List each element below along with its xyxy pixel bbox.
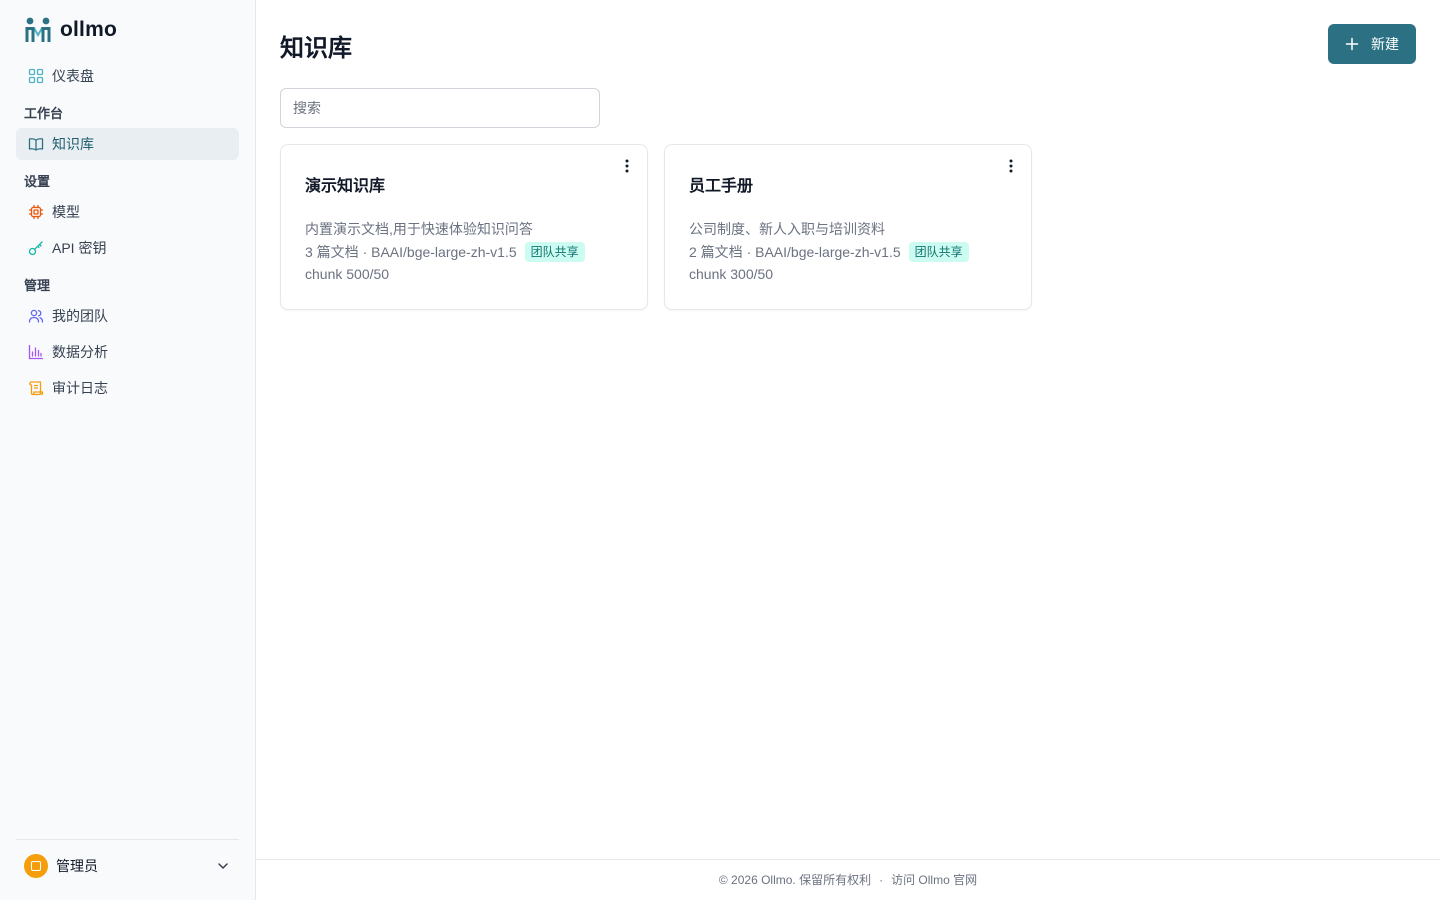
knowledge-base-card[interactable]: 演示知识库 内置演示文档,用于快速体验知识问答 3 篇文档 · BAAI/bge… [280, 144, 648, 310]
sidebar-item-analytics[interactable]: 数据分析 [16, 336, 239, 368]
chip-icon [28, 204, 44, 220]
footer-divider [256, 859, 1440, 860]
card-description: 内置演示文档,用于快速体验知识问答 [305, 221, 533, 237]
sidebar-item-my-team[interactable]: 我的团队 [16, 300, 239, 332]
sidebar-item-label: 仪表盘 [52, 68, 94, 84]
divider [16, 839, 239, 840]
sidebar-item-label: 知识库 [52, 136, 94, 152]
footer: © 2026 Ollmo. 保留所有权利 · 访问 Ollmo 官网 [256, 871, 1440, 888]
section-label-settings: 设置 [24, 174, 51, 189]
new-knowledge-base-button[interactable]: 新建 [1328, 24, 1416, 64]
knowledge-base-card[interactable]: 员工手册 公司制度、新人入职与培训资料 2 篇文档 · BAAI/bge-lar… [664, 144, 1032, 310]
card-title: 演示知识库 [305, 178, 386, 195]
sidebar-item-label: 我的团队 [52, 308, 108, 324]
chevron-down-icon[interactable] [215, 858, 231, 874]
user-name: 管理员 [56, 858, 98, 874]
user-avatar-icon [31, 861, 41, 871]
ollmo-logo-icon [25, 17, 51, 42]
sidebar: ollmo 仪表盘 工作台 知识库 设置 模型 API 密钥 管理 我的团队 数… [0, 0, 256, 900]
key-icon [28, 240, 44, 256]
sidebar-item-knowledge-base[interactable]: 知识库 [16, 128, 239, 160]
book-icon [28, 136, 44, 152]
sidebar-item-label: 数据分析 [52, 344, 108, 360]
sidebar-item-audit-log[interactable]: 审计日志 [16, 372, 239, 404]
search-input[interactable] [280, 88, 600, 128]
bar-chart-icon [28, 344, 44, 360]
avatar [24, 854, 48, 878]
sidebar-item-api-keys[interactable]: API 密钥 [16, 232, 239, 264]
more-vertical-icon[interactable] [1005, 158, 1017, 174]
more-vertical-icon[interactable] [621, 158, 633, 174]
app-name: ollmo [60, 18, 117, 41]
grid-icon [28, 68, 44, 84]
card-meta: 2 篇文档 · BAAI/bge-large-zh-v1.5 团队共享 [689, 242, 969, 262]
sidebar-item-dashboard[interactable]: 仪表盘 [16, 60, 239, 92]
footer-copyright: © 2026 Ollmo. 保留所有权利 [718, 873, 872, 887]
card-chunk: chunk 500/50 [305, 266, 390, 282]
card-meta-text: 2 篇文档 · BAAI/bge-large-zh-v1.5 [689, 244, 901, 260]
sidebar-item-label: API 密钥 [52, 240, 107, 256]
status-badge: 团队共享 [908, 242, 969, 262]
card-description: 公司制度、新人入职与培训资料 [689, 221, 885, 237]
sidebar-item-label: 审计日志 [52, 380, 108, 396]
users-icon [28, 308, 44, 324]
new-button-label: 新建 [1371, 36, 1399, 52]
card-chunk: chunk 300/50 [689, 266, 774, 282]
plus-icon [1345, 37, 1359, 51]
footer-separator: · [879, 873, 884, 887]
section-label-workbench: 工作台 [24, 106, 64, 121]
card-meta-text: 3 篇文档 · BAAI/bge-large-zh-v1.5 [305, 244, 517, 260]
app-logo[interactable]: ollmo [24, 16, 117, 44]
sidebar-item-models[interactable]: 模型 [16, 196, 239, 228]
sidebar-item-label: 模型 [52, 204, 80, 220]
page-title: 知识库 [280, 35, 352, 62]
scroll-icon [28, 380, 44, 396]
footer-website-link[interactable]: 访问 Ollmo 官网 [891, 873, 977, 887]
card-title: 员工手册 [689, 178, 754, 195]
section-label-admin: 管理 [24, 278, 51, 293]
user-menu[interactable]: 管理员 [16, 850, 239, 882]
status-badge: 团队共享 [524, 242, 585, 262]
card-meta: 3 篇文档 · BAAI/bge-large-zh-v1.5 团队共享 [305, 242, 585, 262]
